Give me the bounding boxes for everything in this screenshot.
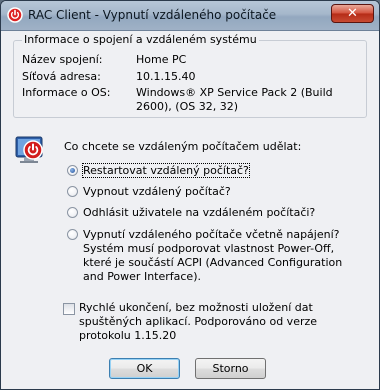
close-button[interactable]: ✕ — [331, 4, 374, 23]
quick-shutdown-label[interactable]: Rychlé ukončení, bez možnosti uložení da… — [79, 301, 349, 343]
group-legend: Informace o spojení a vzdáleném systému — [22, 33, 259, 46]
ok-button[interactable]: OK — [109, 358, 180, 379]
radio-button[interactable] — [67, 186, 78, 197]
info-label: Síťová adresa: — [22, 70, 101, 83]
connection-info-group: Informace o spojení a vzdáleném systému … — [13, 33, 367, 118]
shutdown-dialog: RAC Client - Vypnutí vzdáleného počítače… — [0, 0, 380, 390]
info-value: Windows® XP Service Pack 2 (Build 2600),… — [136, 86, 333, 113]
option-label[interactable]: Vypnutí vzdáleného počítače včetně napáj… — [83, 228, 343, 284]
close-icon: ✕ — [347, 6, 358, 21]
info-label: Název spojení: — [22, 53, 103, 66]
rac-power-icon — [7, 7, 23, 23]
radio-button[interactable] — [67, 229, 78, 240]
option-label[interactable]: Vypnout vzdálený počítač? — [83, 185, 231, 198]
title-bar[interactable]: RAC Client - Vypnutí vzdáleného počítače… — [1, 1, 379, 31]
info-label: Informace o OS: — [22, 86, 111, 99]
action-prompt: Co chcete se vzdáleným počítačem udělat: — [64, 140, 302, 153]
quick-shutdown-checkbox[interactable] — [63, 303, 75, 315]
monitor-power-icon — [15, 136, 43, 163]
window-title: RAC Client - Vypnutí vzdáleného počítače — [28, 8, 277, 22]
option-label[interactable]: Restartovat vzdálený počítač? — [82, 163, 250, 178]
radio-button[interactable] — [67, 207, 78, 218]
cancel-button[interactable]: Storno — [195, 358, 266, 379]
info-value: 10.1.15.40 — [136, 70, 196, 83]
option-label[interactable]: Odhlásit uživatele na vzdáleném počítači… — [83, 206, 315, 219]
radio-button[interactable] — [67, 165, 78, 176]
info-value: Home PC — [136, 53, 187, 66]
